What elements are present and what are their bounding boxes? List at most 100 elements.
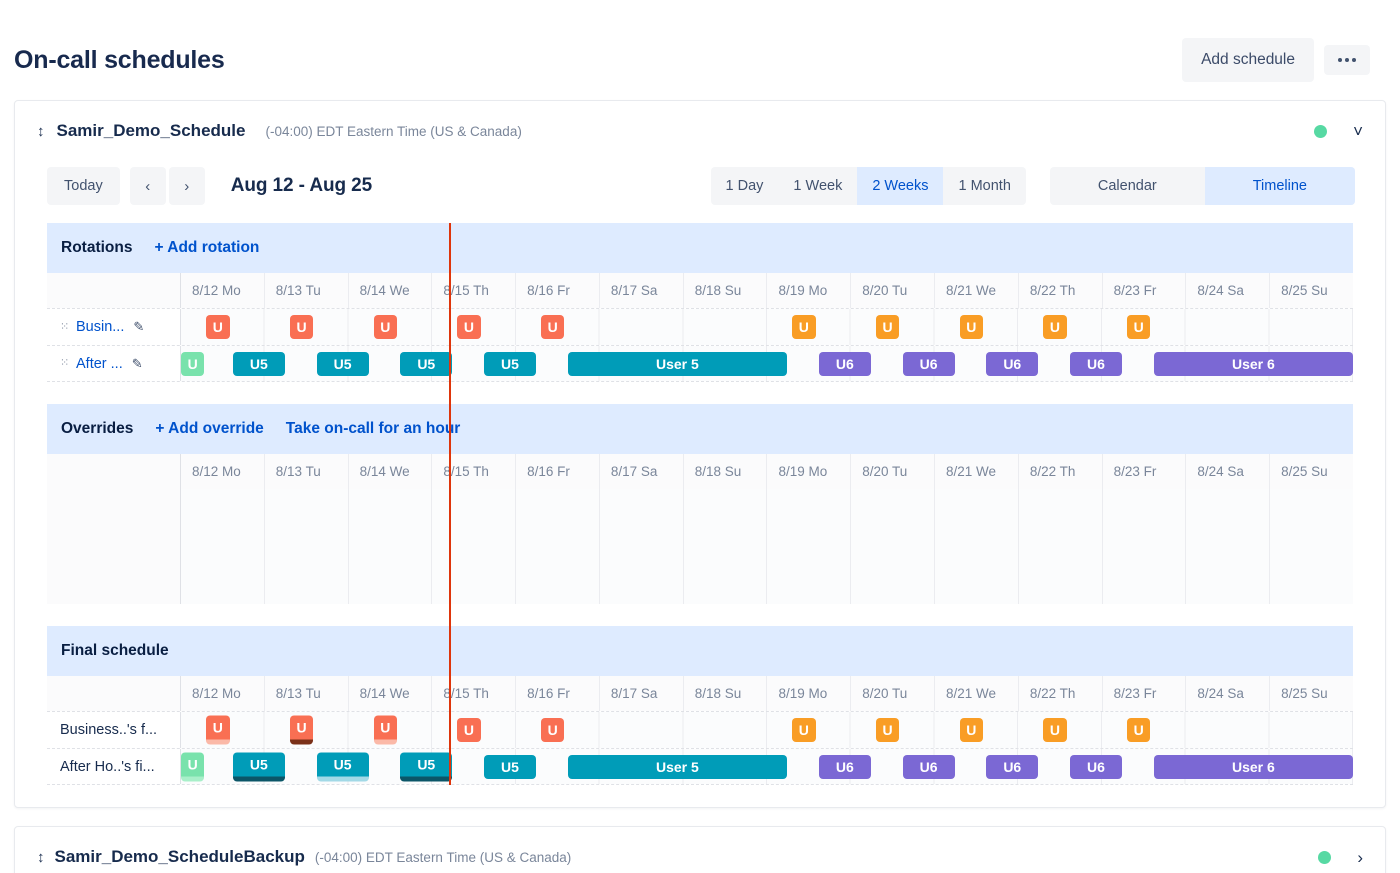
override-drop-cell[interactable]: [181, 489, 265, 604]
override-drop-cell[interactable]: [265, 489, 349, 604]
oncall-schedules-page: On-call schedules Add schedule ↕ Samir_D…: [0, 0, 1400, 873]
ellipsis-icon[interactable]: [1324, 45, 1370, 75]
shift-block[interactable]: U5: [233, 752, 285, 781]
day-header-cell: 8/20 Tu: [851, 454, 935, 489]
shift-block[interactable]: User 5: [568, 755, 787, 779]
override-drop-cell[interactable]: [767, 489, 851, 604]
schedule-backup-card[interactable]: ↕ Samir_Demo_ScheduleBackup (-04:00) EDT…: [14, 826, 1386, 873]
add-override-link[interactable]: + Add override: [155, 420, 263, 438]
shift-block[interactable]: U5: [317, 752, 369, 781]
override-drop-cell[interactable]: [600, 489, 684, 604]
shift-block[interactable]: U: [1043, 718, 1066, 742]
day-header-cell: 8/25 Su: [1270, 273, 1353, 308]
shift-block[interactable]: U: [457, 718, 480, 742]
updown-arrows-icon[interactable]: ↕: [37, 124, 45, 139]
chevron-down-icon[interactable]: ˅: [1353, 123, 1363, 140]
pencil-icon[interactable]: ✎: [133, 319, 144, 335]
zoom-option-1-week[interactable]: 1 Week: [778, 167, 857, 205]
day-header-cell: 8/18 Su: [684, 676, 768, 711]
override-drop-cell[interactable]: [935, 489, 1019, 604]
chevron-right-icon[interactable]: ›: [169, 167, 205, 205]
view-option-timeline[interactable]: Timeline: [1205, 167, 1355, 205]
shift-block[interactable]: U5: [484, 755, 536, 779]
shift-block[interactable]: User 6: [1154, 755, 1353, 779]
shift-block[interactable]: U: [290, 716, 313, 745]
status-badge: [1314, 125, 1327, 138]
shift-block[interactable]: U6: [1070, 755, 1122, 779]
zoom-option-1-month[interactable]: 1 Month: [943, 167, 1025, 205]
table-row: After Ho..'s fi...UU5U5U5U5User 5U6U6U6U…: [47, 748, 1353, 785]
shift-block[interactable]: U: [206, 716, 229, 745]
timeline: Rotations + Add rotation 8/12 Mo8/13 Tu8…: [47, 223, 1353, 785]
override-drop-cell[interactable]: [1186, 489, 1270, 604]
add-rotation-link[interactable]: + Add rotation: [154, 239, 259, 257]
shift-block[interactable]: U6: [903, 352, 955, 376]
shift-block[interactable]: U: [876, 718, 899, 742]
shift-track[interactable]: U U5 U5 U5 U5 User 5 U6 U6 U6 U6 User 6: [181, 749, 1353, 784]
take-oncall-link[interactable]: Take on-call for an hour: [286, 420, 461, 438]
shift-track[interactable]: U U5 U5 U5 U5 User 5 U6 U6 U6 U6 User 6: [181, 346, 1353, 381]
override-drop-cell[interactable]: [516, 489, 600, 604]
override-drop-cell[interactable]: [349, 489, 433, 604]
override-drop-cell[interactable]: [1019, 489, 1103, 604]
view-option-calendar[interactable]: Calendar: [1050, 167, 1205, 205]
shift-block[interactable]: U: [960, 718, 983, 742]
shift-block[interactable]: User 6: [1154, 352, 1353, 376]
shift-block[interactable]: U: [792, 315, 815, 339]
shift-block[interactable]: U6: [986, 352, 1038, 376]
day-header-cell: 8/12 Mo: [181, 454, 265, 489]
override-drop-cell[interactable]: [1103, 489, 1187, 604]
shift-block[interactable]: U6: [1070, 352, 1122, 376]
rotation-name-link[interactable]: After ...: [76, 356, 123, 372]
shift-block[interactable]: U: [960, 315, 983, 339]
updown-arrows-icon[interactable]: ↕: [37, 850, 45, 865]
drag-handle-icon[interactable]: ⁙: [60, 322, 69, 333]
schedule-backup-right: ›: [1318, 849, 1363, 866]
shift-block[interactable]: U: [541, 315, 564, 339]
shift-block[interactable]: U: [290, 315, 313, 339]
shift-block[interactable]: U: [457, 315, 480, 339]
shift-block[interactable]: U5: [484, 352, 536, 376]
today-button[interactable]: Today: [47, 167, 120, 205]
shift-block[interactable]: U6: [819, 352, 871, 376]
shift-block[interactable]: U5: [233, 352, 285, 376]
override-drop-cell[interactable]: [432, 489, 516, 604]
shift-block[interactable]: U: [1127, 315, 1150, 339]
override-drop-cell[interactable]: [1270, 489, 1353, 604]
shift-block[interactable]: U: [374, 716, 397, 745]
add-schedule-button[interactable]: Add schedule: [1182, 38, 1314, 82]
rotation-name-link[interactable]: Busin...: [76, 319, 124, 335]
day-header-cell: 8/15 Th: [432, 273, 516, 308]
pencil-icon[interactable]: ✎: [132, 356, 143, 372]
shift-block[interactable]: U6: [986, 755, 1038, 779]
drag-handle-icon[interactable]: ⁙: [60, 358, 69, 369]
shift-block[interactable]: User 5: [568, 352, 787, 376]
shift-block[interactable]: U: [181, 752, 204, 781]
shift-block[interactable]: U6: [903, 755, 955, 779]
page-header: On-call schedules Add schedule: [0, 0, 1400, 96]
day-header-cell: 8/24 Sa: [1186, 676, 1270, 711]
override-drop-cell[interactable]: [684, 489, 768, 604]
zoom-option-1-day[interactable]: 1 Day: [711, 167, 779, 205]
chevron-left-icon[interactable]: ‹: [130, 167, 166, 205]
shift-track[interactable]: UUUUUUUUUU: [181, 712, 1353, 748]
override-drop-cell[interactable]: [851, 489, 935, 604]
shift-block[interactable]: U: [792, 718, 815, 742]
shift-block[interactable]: U5: [400, 352, 452, 376]
day-header-cell: 8/25 Su: [1270, 676, 1353, 711]
shift-block[interactable]: U: [1127, 718, 1150, 742]
overrides-empty-body[interactable]: [47, 489, 1353, 604]
shift-block[interactable]: U: [1043, 315, 1066, 339]
shift-block[interactable]: U: [206, 315, 229, 339]
zoom-option-2-weeks[interactable]: 2 Weeks: [857, 167, 943, 205]
status-badge: [1318, 851, 1331, 864]
shift-track[interactable]: UUUUUUUUUU: [181, 309, 1353, 345]
shift-block[interactable]: U: [181, 352, 204, 376]
shift-block[interactable]: U6: [819, 755, 871, 779]
shift-block[interactable]: U5: [317, 352, 369, 376]
shift-block[interactable]: U: [541, 718, 564, 742]
chevron-right-icon[interactable]: ›: [1357, 849, 1363, 866]
shift-block[interactable]: U: [374, 315, 397, 339]
shift-block[interactable]: U5: [400, 752, 452, 781]
shift-block[interactable]: U: [876, 315, 899, 339]
